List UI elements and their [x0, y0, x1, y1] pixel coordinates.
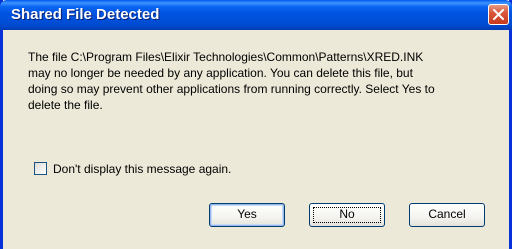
no-button[interactable]: No — [309, 203, 385, 227]
dialog-message: The file C:\Program Files\Elixir Technol… — [28, 49, 503, 113]
message-line: The file C:\Program Files\Elixir Technol… — [28, 50, 424, 64]
dont-display-again-label[interactable]: Don't display this message again. — [53, 161, 231, 177]
message-line: delete the file. — [28, 98, 103, 112]
title-bar[interactable]: Shared File Detected — [0, 0, 512, 30]
message-line: may no longer be needed by any applicati… — [28, 66, 413, 80]
message-line: doing so may prevent other applications … — [28, 82, 435, 96]
dialog-title: Shared File Detected — [11, 6, 160, 23]
dialog-window: Shared File Detected The file C:\Program… — [0, 0, 512, 249]
yes-button[interactable]: Yes — [209, 203, 285, 227]
close-icon — [493, 9, 504, 20]
close-button[interactable] — [488, 4, 509, 25]
cancel-button[interactable]: Cancel — [409, 203, 485, 227]
no-button-label: No — [339, 207, 355, 221]
dont-display-again-checkbox[interactable] — [34, 162, 47, 175]
